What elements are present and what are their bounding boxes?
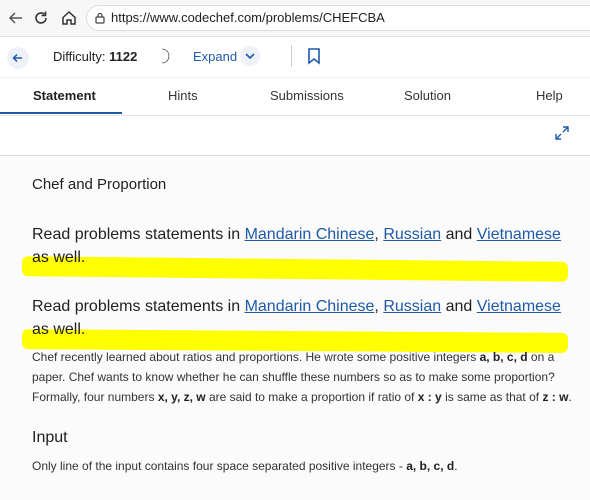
tab-submissions[interactable]: Submissions	[270, 88, 344, 103]
dark-mode-toggle-icon[interactable]	[154, 48, 170, 64]
active-tab-indicator	[0, 112, 122, 114]
bookmark-icon[interactable]	[306, 47, 322, 65]
input-heading: Input	[32, 429, 68, 446]
tab-help[interactable]: Help	[536, 88, 563, 103]
problem-tabs: Statement Hints Submissions Solution Hel…	[0, 77, 590, 116]
back-arrow-icon[interactable]	[7, 9, 25, 27]
tab-hints[interactable]: Hints	[168, 88, 198, 103]
read-statements-line: Read problems statements in Mandarin Chi…	[32, 298, 561, 338]
link-russian[interactable]: Russian	[383, 298, 441, 315]
difficulty-value: 1122	[109, 49, 138, 64]
expand-button[interactable]: Expand	[193, 46, 237, 68]
problem-description: Chef recently learned about ratios and p…	[32, 350, 572, 404]
difficulty: Difficulty: 1122	[53, 49, 137, 64]
problem-statement: Chef and Proportion Read problems statem…	[0, 156, 590, 500]
url-text: https://www.codechef.com/problems/CHEFCB…	[111, 10, 385, 25]
link-mandarin-chinese[interactable]: Mandarin Chinese	[245, 298, 375, 315]
toolbar-divider	[291, 45, 292, 67]
problem-title: Chef and Proportion	[32, 176, 167, 193]
link-vietnamese[interactable]: Vietnamese	[477, 226, 561, 243]
browser-toolbar: https://www.codechef.com/problems/CHEFCB…	[0, 0, 590, 37]
tab-solution[interactable]: Solution	[404, 88, 451, 103]
fullscreen-icon[interactable]	[554, 125, 570, 141]
problem-toolbar: Difficulty: 1122 Expand	[0, 37, 590, 77]
refresh-icon[interactable]	[32, 9, 50, 27]
lock-icon[interactable]	[93, 11, 107, 25]
back-button[interactable]	[7, 47, 29, 69]
link-russian[interactable]: Russian	[383, 226, 441, 243]
arrow-left-icon	[12, 53, 22, 63]
tab-statement[interactable]: Statement	[33, 88, 96, 103]
statement-header-bar	[0, 115, 590, 156]
link-vietnamese[interactable]: Vietnamese	[477, 298, 561, 315]
difficulty-label: Difficulty:	[53, 49, 106, 64]
home-icon[interactable]	[60, 9, 78, 27]
chevron-down-icon[interactable]	[240, 46, 260, 66]
input-description: Only line of the input contains four spa…	[32, 459, 458, 473]
read-statements-line: Read problems statements in Mandarin Chi…	[32, 226, 561, 266]
address-bar[interactable]: https://www.codechef.com/problems/CHEFCB…	[86, 5, 590, 31]
link-mandarin-chinese[interactable]: Mandarin Chinese	[245, 226, 375, 243]
